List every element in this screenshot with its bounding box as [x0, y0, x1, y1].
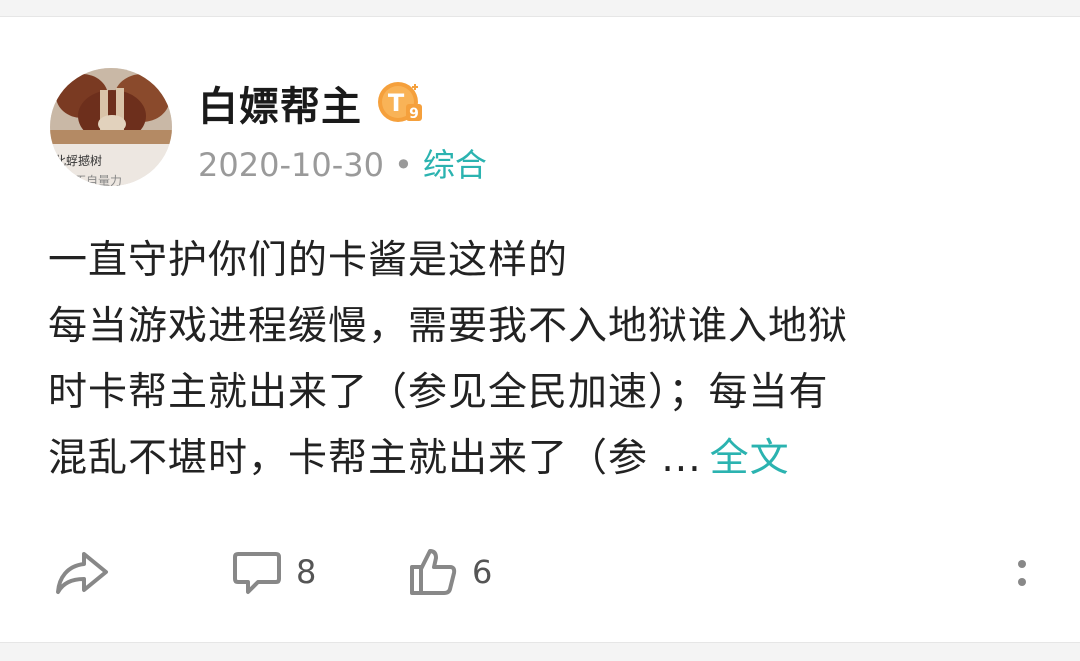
level-badge[interactable]: T 9 [376, 78, 424, 124]
post-date: 2020-10-30 [198, 146, 384, 184]
badge-letter: T [388, 89, 405, 117]
level-badge-icon: T 9 [378, 82, 422, 122]
post-line: 每当游戏进程缓慢，需要我不入地狱谁入地狱 [48, 304, 849, 349]
badge-number: 9 [409, 106, 419, 122]
post-line: 一直守护你们的卡酱是这样的 [48, 238, 569, 283]
post-meta: 2020-10-30 • 综合 [198, 140, 487, 186]
post-line-text: 混乱不堪时，卡帮主就出来了（参 ... [48, 436, 702, 481]
more-options-button[interactable] [1010, 540, 1034, 604]
likes-count: 6 [472, 553, 493, 591]
expand-full-text-link[interactable]: 全文 [710, 436, 790, 481]
avatar[interactable]: 此蜉撼树 不自量力 [50, 68, 172, 186]
bottom-divider [0, 642, 1080, 661]
author-name[interactable]: 白嫖帮主 [198, 74, 362, 132]
avatar-subcaption: 不自量力 [74, 174, 123, 186]
comments-count: 8 [296, 553, 317, 591]
vertical-dots-icon [1018, 560, 1026, 586]
post-line-last: 混乱不堪时，卡帮主就出来了（参 ... 全文 [48, 426, 1028, 492]
share-button[interactable] [54, 540, 110, 604]
thumbs-up-icon [410, 549, 457, 595]
comment-button[interactable]: 8 [232, 540, 316, 604]
post-body[interactable]: 一直守护你们的卡酱是这样的 每当游戏进程缓慢，需要我不入地狱谁入地狱 时卡帮主就… [48, 228, 1028, 492]
meta-separator: • [393, 146, 413, 184]
share-arrow-icon [56, 552, 108, 594]
post-category[interactable]: 综合 [423, 146, 487, 184]
post-line: 时卡帮主就出来了（参见全民加速）；每当有 [48, 370, 829, 415]
top-divider [0, 0, 1080, 17]
avatar-caption: 此蜉撼树 [54, 154, 103, 168]
action-bar: 8 6 [0, 540, 1080, 604]
like-button[interactable]: 6 [408, 540, 492, 604]
comment-bubble-icon [233, 552, 281, 594]
